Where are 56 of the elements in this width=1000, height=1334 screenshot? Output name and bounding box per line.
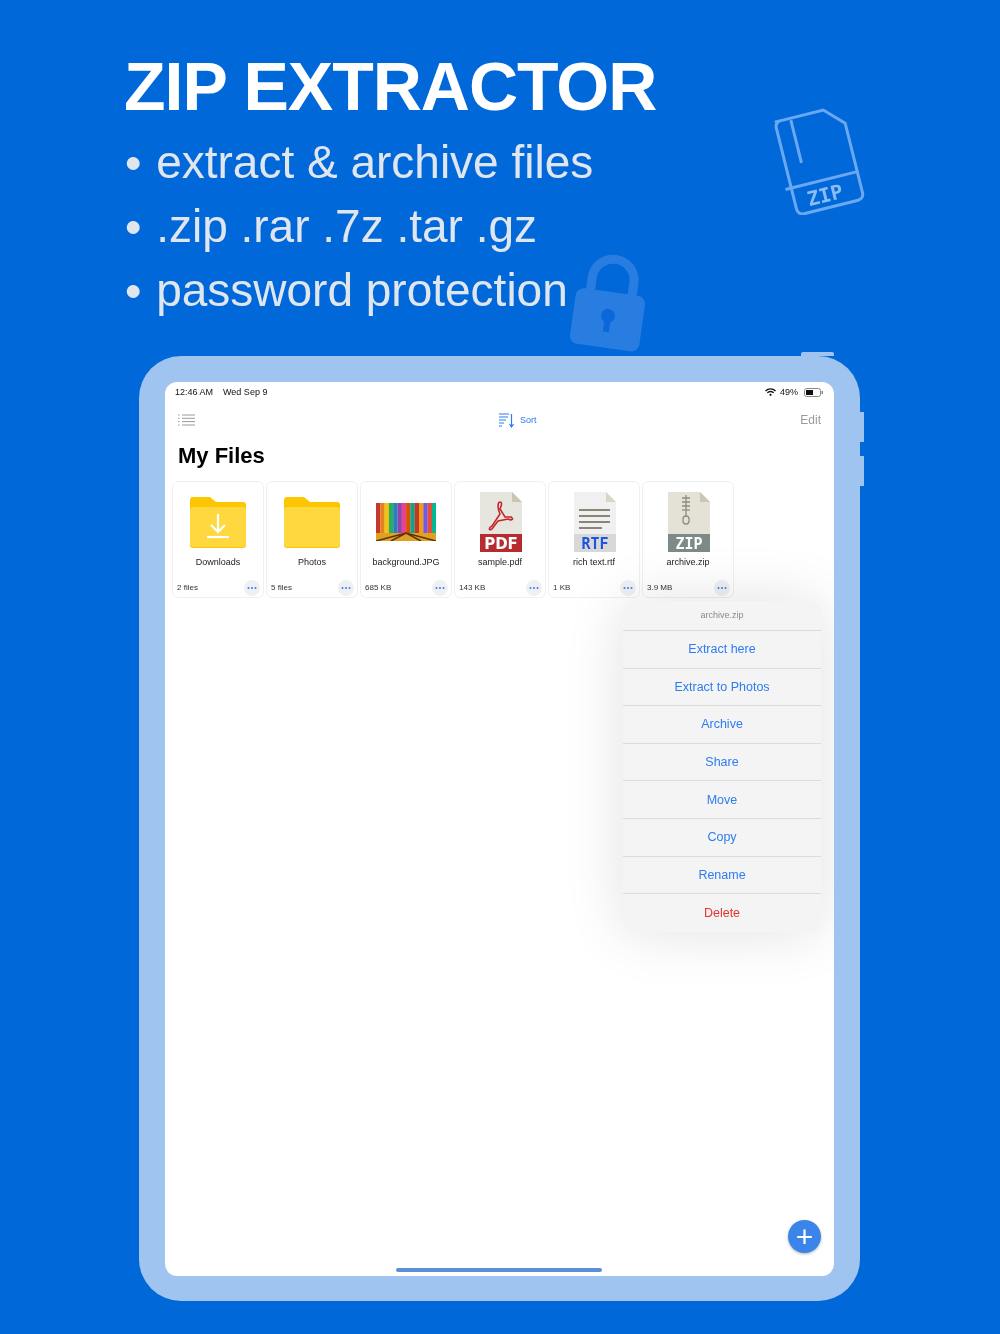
more-icon[interactable] (620, 579, 636, 596)
sort-icon (498, 412, 514, 428)
menu-item[interactable]: Rename (623, 856, 821, 895)
menu-item[interactable]: Share (623, 743, 821, 782)
download-folder-icon (188, 496, 248, 548)
file-info: 5 files (271, 583, 292, 592)
file-info: 3.9 MB (647, 583, 673, 592)
feature-text: .zip .rar .7z .tar .gz (156, 199, 538, 254)
menu-item[interactable]: Archive (623, 706, 821, 744)
menu-title: archive.zip (623, 601, 821, 631)
file-name: Downloads (195, 557, 241, 567)
file-name: archive.zip (666, 557, 710, 567)
file-info: 1 KB (553, 583, 571, 592)
menu-item[interactable]: Extract to Photos (623, 668, 821, 707)
menu-item[interactable]: Extract here (623, 631, 821, 669)
menu-item[interactable]: Delete (623, 894, 821, 932)
wifi-icon (765, 388, 776, 396)
file-tile[interactable]: Photos 5 files (266, 481, 358, 598)
file-info: 685 KB (365, 583, 392, 592)
file-name: Photos (298, 557, 326, 567)
bullet-mark: ● (124, 208, 143, 244)
page-title: My Files (178, 442, 266, 470)
edit-button[interactable]: Edit (800, 413, 821, 427)
bullet-mark: ● (124, 144, 143, 180)
more-icon[interactable] (432, 579, 448, 596)
file-name: rich text.rtf (573, 557, 615, 567)
sort-button[interactable]: Sort (498, 412, 537, 428)
file-info: 2 files (177, 583, 198, 592)
rtf-file-icon: RTF (572, 492, 616, 552)
feature-text: password protection (156, 263, 568, 318)
more-icon[interactable] (338, 579, 354, 596)
list-icon[interactable] (178, 414, 195, 426)
battery-percent: 49% (780, 387, 798, 397)
zip-file-icon: ZIP (666, 492, 710, 552)
folder-icon (282, 496, 342, 548)
add-button[interactable]: + (788, 1220, 821, 1253)
bullet-mark: ● (124, 272, 143, 308)
file-tile[interactable]: RTF rich text.rtf 1 KB (548, 481, 640, 598)
status-date: Wed Sep 9 (223, 387, 268, 397)
file-name: sample.pdf (478, 557, 522, 567)
file-tile[interactable]: background.JPG 685 KB (360, 481, 452, 598)
file-tile[interactable]: PDF sample.pdf 143 KB (454, 481, 546, 598)
file-tile[interactable]: Downloads 2 files (172, 481, 264, 598)
feature-text: extract & archive files (156, 135, 594, 190)
file-tile[interactable]: ZIP archive.zip 3.9 MB (642, 481, 734, 598)
more-icon[interactable] (714, 579, 730, 596)
pdf-file-icon: PDF (478, 492, 522, 552)
status-time: 12:46 AM (175, 387, 214, 397)
more-icon[interactable] (244, 579, 260, 596)
file-info: 143 KB (459, 583, 486, 592)
more-icon[interactable] (526, 579, 542, 596)
menu-item[interactable]: Copy (623, 818, 821, 857)
menu-item[interactable]: Move (623, 781, 821, 819)
file-name: background.JPG (372, 557, 440, 567)
headline: ZIP EXTRACTOR (124, 47, 658, 126)
battery-icon (804, 387, 824, 397)
